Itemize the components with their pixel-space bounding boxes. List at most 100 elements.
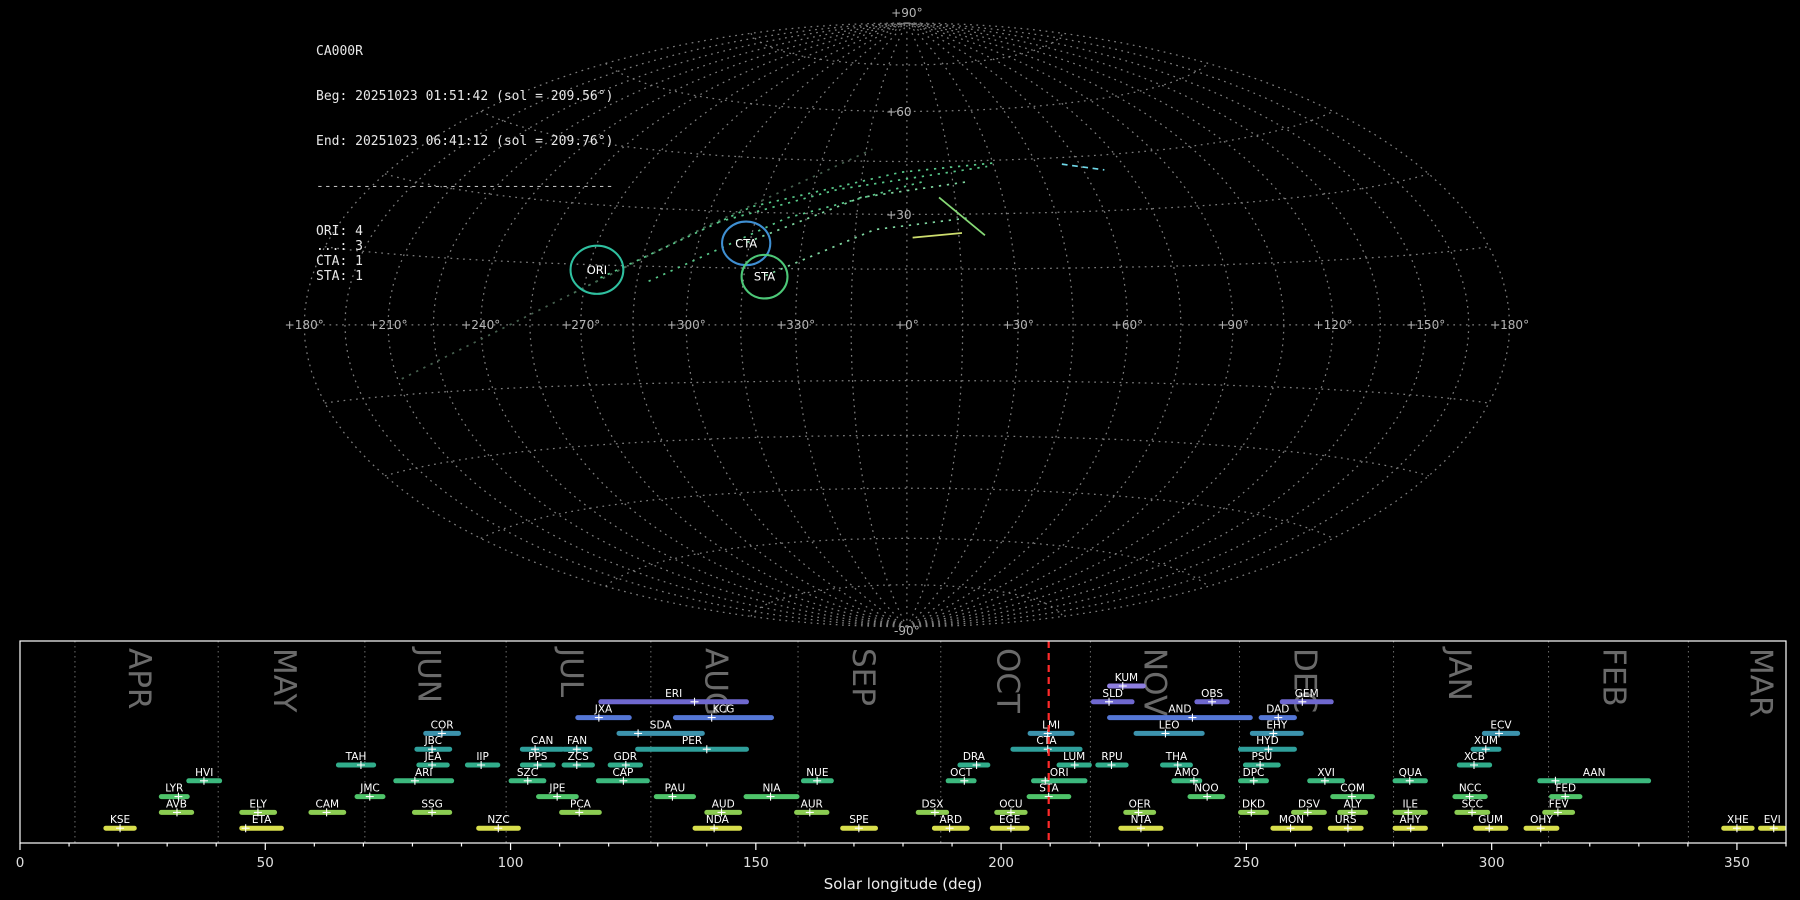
- equator-longitude-label: +120°: [1313, 318, 1352, 332]
- shower-label-GUM: GUM: [1478, 814, 1503, 826]
- shower-peak-marker: [634, 729, 643, 738]
- shower-label-RPU: RPU: [1101, 751, 1122, 763]
- month-label-apr: APR: [121, 648, 157, 709]
- shower-peak-marker: [702, 745, 711, 754]
- x-tick-labels: 0 50 100 150 200 250 300 350: [16, 855, 1750, 871]
- x-tick-label: 350: [1724, 855, 1750, 871]
- month-label-oct: OCT: [989, 648, 1025, 714]
- meteor-track: [765, 217, 967, 277]
- meteor-track: [938, 196, 986, 236]
- shower-label-SPE: SPE: [849, 814, 869, 826]
- latitude-label: +30: [886, 208, 911, 222]
- x-tick-label: 150: [743, 855, 769, 871]
- x-axis-title: Solar longitude (deg): [824, 875, 982, 893]
- shower-label-NCC: NCC: [1459, 783, 1482, 795]
- x-tick-label: 250: [1233, 855, 1259, 871]
- shower-label-DRA: DRA: [963, 751, 986, 763]
- shower-label-LYR: LYR: [165, 783, 183, 795]
- equator-longitude-label: +30°: [1002, 318, 1033, 332]
- shower-label-FAN: FAN: [567, 735, 587, 747]
- separator-line: --------------------------------------: [316, 179, 614, 194]
- shower-label-DKD: DKD: [1242, 798, 1265, 810]
- radiant-label-CTA: CTA: [735, 236, 757, 250]
- equator-longitude-label: +90°: [1217, 318, 1248, 332]
- meteor-track: [600, 162, 994, 279]
- shower-peak-marker: [690, 697, 699, 706]
- shower-label-PPS: PPS: [528, 751, 548, 763]
- shower-label-LEO: LEO: [1159, 719, 1180, 731]
- shower-label-OBS: OBS: [1201, 688, 1223, 700]
- meteor-camera-dashboard: +90° -90° +180° +150° +120° +90° +60° +30° +0° +3…: [0, 0, 1800, 900]
- meteor-track: [747, 180, 971, 244]
- shower-label-GDR: GDR: [614, 751, 638, 763]
- month-label-jan: JAN: [1441, 646, 1477, 701]
- shower-label-AUR: AUR: [801, 798, 823, 810]
- shower-label-COM: COM: [1340, 783, 1365, 795]
- shower-label-SDA: SDA: [650, 719, 673, 731]
- shower-label-CAN: CAN: [531, 735, 553, 747]
- shower-label-OER: OER: [1129, 798, 1151, 810]
- equator-longitude-label: +180°: [1490, 318, 1529, 332]
- shower-label-EGE: EGE: [999, 814, 1020, 826]
- shower-label-IIP: IIP: [476, 751, 489, 763]
- x-axis: [19, 843, 1787, 850]
- month-label-feb: FEB: [1595, 648, 1631, 707]
- shower-label-KSE: KSE: [110, 814, 130, 826]
- shower-label-SLD: SLD: [1102, 688, 1123, 700]
- shower-label-PAU: PAU: [665, 783, 686, 795]
- shower-label-NOO: NOO: [1194, 783, 1218, 795]
- shower-label-PER: PER: [682, 735, 702, 747]
- count-line: ORI: 4: [316, 224, 363, 239]
- shower-label-JMC: JMC: [359, 783, 380, 795]
- month-label-nov: NOV: [1137, 648, 1173, 716]
- shower-label-NDA: NDA: [706, 814, 730, 826]
- shower-label-LMI: LMI: [1042, 719, 1060, 731]
- month-label-mar: MAR: [1742, 648, 1778, 718]
- equator-longitude-label: +210°: [368, 318, 407, 332]
- shower-label-SZC: SZC: [517, 767, 538, 779]
- shower-label-NTA: NTA: [1131, 814, 1152, 826]
- shower-label-XHE: XHE: [1727, 814, 1749, 826]
- shower-label-CTA: CTA: [1036, 735, 1057, 747]
- shower-label-EHY: EHY: [1266, 719, 1288, 731]
- shower-label-OCU: OCU: [999, 798, 1022, 810]
- month-label-jul: JUL: [553, 646, 589, 698]
- shower-label-AVB: AVB: [166, 798, 187, 810]
- meteor-track: [1061, 163, 1105, 171]
- x-tick-label: 300: [1479, 855, 1505, 871]
- shower-label-MON: MON: [1279, 814, 1304, 826]
- shower-label-DSV: DSV: [1298, 798, 1321, 810]
- activity-timeline-chart: APR MAY JUN JUL AUG SEP OCT NOV DEC JAN FEB MARKUME…: [16, 640, 1787, 893]
- pole-top-label: +90°: [891, 6, 922, 20]
- shower-label-JEA: JEA: [424, 751, 443, 763]
- shower-label-DPC: DPC: [1243, 767, 1265, 779]
- shower-label-CAP: CAP: [612, 767, 633, 779]
- shower-label-URS: URS: [1335, 814, 1357, 826]
- month-label-jun: JUN: [411, 646, 447, 703]
- shower-label-JBC: JBC: [424, 735, 442, 747]
- x-tick-label: 50: [257, 855, 274, 871]
- shower-label-AUD: AUD: [712, 798, 735, 810]
- shower-label-PSU: PSU: [1251, 751, 1272, 763]
- shower-label-DAD: DAD: [1266, 704, 1289, 716]
- shower-label-THA: THA: [1165, 751, 1188, 763]
- shower-label-QUA: QUA: [1399, 767, 1423, 779]
- session-end: End: 20251023 06:41:12 (sol = 209.76°): [316, 134, 614, 149]
- shower-label-XCB: XCB: [1464, 751, 1485, 763]
- x-tick-label: 0: [16, 855, 25, 871]
- equator-longitude-label: +180°: [285, 318, 324, 332]
- x-tick-label: 200: [988, 855, 1014, 871]
- shower-label-OHY: OHY: [1530, 814, 1553, 826]
- count-line: STA: 1: [316, 269, 363, 284]
- equator-longitude-label: +300°: [667, 318, 706, 332]
- meteor-track: [648, 180, 925, 283]
- shower-label-OCT: OCT: [950, 767, 973, 779]
- shower-label-AAN: AAN: [1583, 767, 1606, 779]
- shower-label-HYD: HYD: [1256, 735, 1278, 747]
- shower-label-AMO: AMO: [1175, 767, 1200, 779]
- meridian-line: [906, 22, 1074, 628]
- shower-label-TAH: TAH: [345, 751, 367, 763]
- shower-label-ELY: ELY: [249, 798, 267, 810]
- shower-label-FED: FED: [1555, 783, 1576, 795]
- shower-label-JXA: JXA: [594, 704, 613, 716]
